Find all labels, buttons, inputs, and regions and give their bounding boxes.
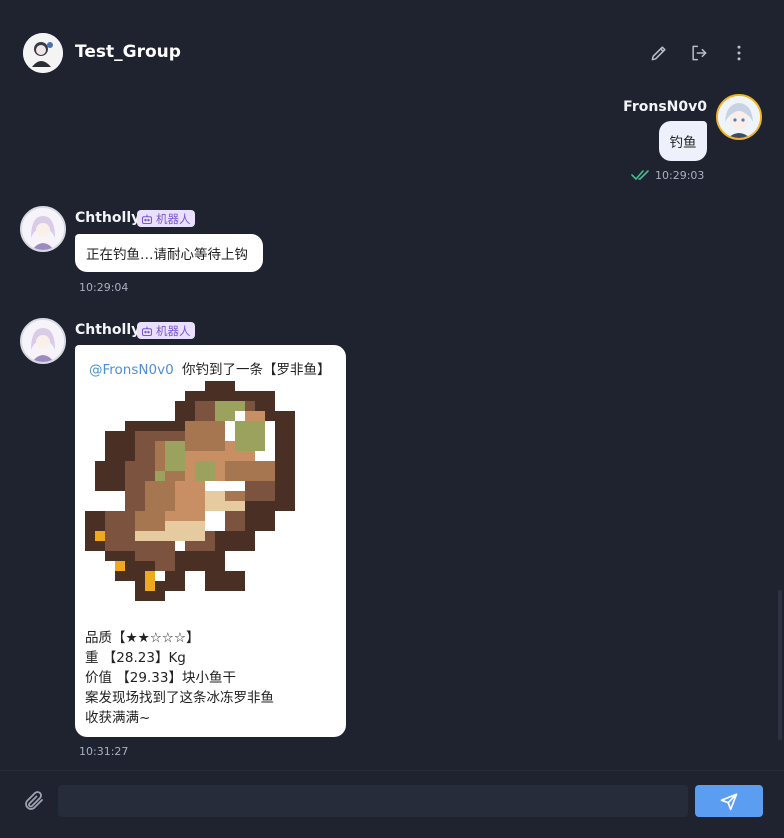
catch-headline: 你钓到了一条【罗非鱼】 [181,362,331,378]
message-bubble[interactable]: 正在钓鱼…请耐心等待上钩 [75,234,263,272]
double-check-icon [631,170,649,180]
sender-name: Chtholly [75,322,141,338]
value-line: 价值 【29.33】块小鱼干 [85,670,236,686]
bot-badge-label: 机器人 [156,323,191,338]
more-options-button[interactable] [728,42,750,64]
bot-avatar[interactable] [20,206,66,252]
attach-button[interactable] [22,789,46,813]
paperclip-icon [25,791,43,810]
robot-icon [141,214,153,224]
message-time: 10:31:27 [79,745,129,758]
edit-button[interactable] [648,42,670,64]
user-mention-link[interactable]: @FronsN0v0 [89,362,174,378]
weight-line: 重 【28.23】Kg [85,650,186,666]
closing-line: 收获满满~ [85,710,151,726]
message-text: 钓鱼 [669,135,697,151]
bot-badge-label: 机器人 [156,211,191,226]
bot-badge: 机器人 [137,322,195,339]
fish-image[interactable] [85,381,315,611]
exit-icon [692,45,707,61]
bot-avatar[interactable] [20,318,66,364]
message-input[interactable] [58,785,688,817]
description-line: 案发现场找到了这条冰冻罗非鱼 [85,690,274,706]
group-avatar[interactable] [23,33,63,73]
send-icon [720,793,738,811]
message-bubble[interactable]: 钓鱼 [659,121,707,161]
catch-details: 品质【★★☆☆☆】 重 【28.23】Kg 价值 【29.33】块小鱼干 案发现… [85,628,274,728]
leave-group-button[interactable] [688,42,710,64]
more-vertical-icon [737,45,741,61]
sender-name: FronsN0v0 [623,99,707,115]
quality-line: 品质【★★☆☆☆】 [85,630,200,646]
chat-title: Test_Group [75,42,181,62]
message-time: 10:29:04 [79,281,129,294]
scrollbar[interactable] [778,590,782,740]
message-time: 10:29:03 [655,169,705,182]
robot-icon [141,326,153,336]
message-text: 正在钓鱼…请耐心等待上钩 [86,247,248,263]
bot-badge: 机器人 [137,210,195,227]
message-headline: @FronsN0v0 你钓到了一条【罗非鱼】 [89,358,330,378]
send-button[interactable] [695,785,763,817]
sender-name: Chtholly [75,210,141,226]
user-avatar[interactable] [716,94,762,140]
pencil-icon [651,46,666,61]
